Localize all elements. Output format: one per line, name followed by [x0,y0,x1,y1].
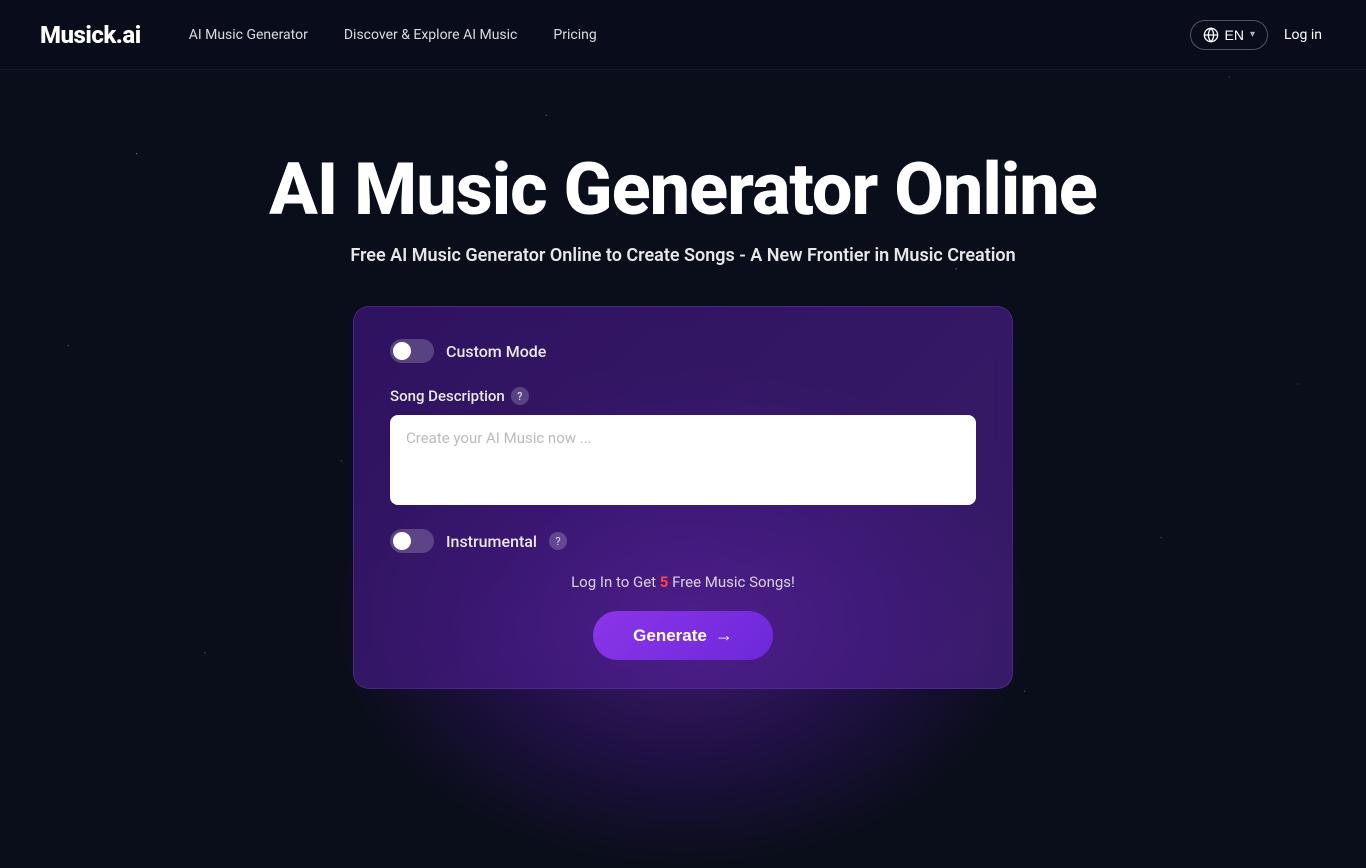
nav-links: AI Music Generator Discover & Explore AI … [189,27,597,43]
nav-left: Musick.ai AI Music Generator Discover & E… [40,21,597,49]
main-content: AI Music Generator Online Free AI Music … [0,70,1366,689]
custom-mode-toggle[interactable] [390,339,434,363]
globe-icon [1203,27,1219,43]
generate-button[interactable]: Generate → [593,611,773,660]
hero-subtitle: Free AI Music Generator Online to Create… [350,245,1015,266]
login-prompt-post: Free Music Songs! [668,573,795,591]
arrow-right-icon: → [715,625,733,646]
lang-label: EN [1225,27,1244,43]
instrumental-toggle[interactable] [390,529,434,553]
nav-link-discover-explore[interactable]: Discover & Explore AI Music [344,27,518,43]
song-description-label: Song Description [390,387,505,405]
nav-link-pricing[interactable]: Pricing [553,27,596,43]
song-description-input[interactable] [390,415,976,505]
instrumental-help-icon[interactable]: ? [549,532,567,550]
nav-right: EN ▾ Log in [1190,20,1326,50]
generate-button-label: Generate [633,626,707,646]
language-selector[interactable]: EN ▾ [1190,20,1268,50]
instrumental-row: Instrumental ? [390,529,976,553]
navbar: Musick.ai AI Music Generator Discover & E… [0,0,1366,70]
song-description-help-icon[interactable]: ? [511,387,529,405]
chevron-down-icon: ▾ [1250,29,1255,40]
instrumental-label: Instrumental [446,532,537,551]
login-prompt: Log In to Get 5 Free Music Songs! [390,573,976,591]
login-prompt-pre: Log In to Get [571,573,660,591]
login-button[interactable]: Log in [1280,21,1326,49]
song-description-label-row: Song Description ? [390,387,976,405]
custom-mode-row: Custom Mode [390,339,976,363]
custom-mode-label: Custom Mode [446,342,546,361]
logo[interactable]: Musick.ai [40,21,141,49]
generator-card: Custom Mode Song Description ? Instrumen… [353,306,1013,689]
hero-title: AI Music Generator Online [269,150,1097,229]
nav-link-ai-music-generator[interactable]: AI Music Generator [189,27,308,43]
